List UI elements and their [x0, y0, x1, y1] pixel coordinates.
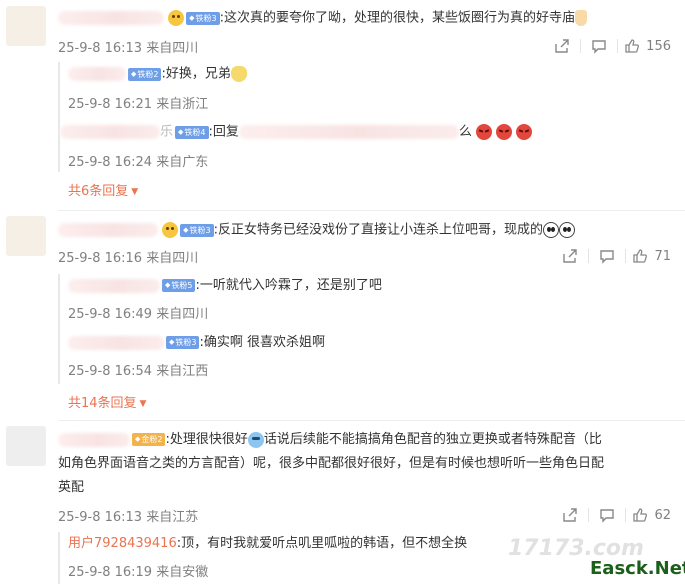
fan-emoji-icon — [168, 10, 185, 26]
divider — [625, 508, 627, 522]
watermark-easck-text: Easck.Net — [590, 558, 685, 579]
share-button[interactable] — [552, 247, 588, 265]
comment-meta: 25-9-8 16:16 来自四川 — [58, 251, 199, 266]
fan-badge[interactable]: ◆ 铁粉3 — [180, 223, 214, 237]
thumbs-up-icon — [633, 508, 648, 522]
comment-body: 如角色界面语音之类的方言配音）呢，很多中配都很好很好，但是有时候也想听听一些角色… — [58, 456, 605, 471]
reply-text: ◆ 铁粉2:好换，兄弟 — [68, 66, 247, 83]
comment-icon — [600, 250, 615, 264]
like-button[interactable]: 156 — [624, 38, 671, 54]
username[interactable] — [68, 67, 126, 81]
reply-button[interactable] — [581, 37, 617, 55]
reply-body: :一听就代入吟霖了，还是别了吧 — [195, 278, 382, 293]
fan-badge[interactable]: ◆ 铁粉3 — [186, 11, 220, 25]
reply-body: :好换，兄弟 — [161, 66, 231, 82]
panda-emoji-icon — [559, 222, 576, 238]
comment-3: ◆ 金粉2:处理很快很好 话说后续能不能搞搞角色配音的独立更换或者特殊配音（比 如角… — [0, 420, 685, 586]
fan-badge[interactable]: ◆ 金粉2 — [132, 433, 166, 446]
comment-body: 话说后续能不能搞搞角色配音的独立更换或者特殊配音（比 — [263, 432, 602, 447]
username[interactable] — [68, 335, 164, 350]
reply-meta: 25-9-8 16:54 来自江西 — [68, 364, 209, 379]
fan-badge[interactable]: ◆ 铁粉3 — [166, 336, 200, 349]
comment-actions: 156 — [544, 37, 671, 55]
sweat-emoji-icon — [247, 431, 264, 448]
avatar[interactable] — [6, 6, 46, 46]
reply-button[interactable] — [589, 506, 625, 524]
caret-down-icon: ▼ — [139, 399, 147, 409]
more-replies-link[interactable]: 共6条回复 ▼ — [68, 180, 138, 199]
comment-meta: 25-9-8 16:13 来自四川 — [58, 41, 199, 56]
comment-body: :这次真的要夸你了呦，处理的很快，某些饭圈行为真的好寺庙 — [219, 10, 576, 26]
comment-text: ◆ 金粉2:处理很快很好 话说后续能不能搞搞角色配音的独立更换或者特殊配音（比 如角… — [58, 428, 670, 500]
reply-prefix: :回复 — [208, 124, 239, 140]
like-button[interactable]: 71 — [632, 248, 671, 264]
comment-icon — [600, 509, 615, 523]
praying-hands-icon — [575, 10, 588, 26]
comment-2: ◆ 铁粉3:反正女特务已经没戏份了直接让小连杀上位吧哥，现成的 25-9-8 16… — [0, 210, 685, 420]
comment-meta: 25-9-8 16:13 来自江苏 — [58, 510, 199, 525]
fan-badge[interactable]: ◆ 铁粉2 — [128, 67, 162, 81]
comment-body: :反正女特务已经没戏份了直接让小连杀上位吧哥，现成的 — [213, 222, 544, 238]
angry-emoji-icon — [516, 124, 533, 140]
reply-text: ◆ 铁粉3:确实啊 很喜欢杀姐啊 — [68, 335, 325, 351]
angry-emoji-icon — [496, 124, 513, 140]
fan-badge[interactable]: ◆ 铁粉4 — [175, 125, 209, 139]
like-button[interactable]: 62 — [632, 507, 671, 523]
thumbs-up-icon — [625, 39, 640, 53]
reply-text: 用户7928439416:顶，有时我就爱听点叽里呱啦的韩语，但不想全换 — [68, 536, 467, 552]
reply-meta: 25-9-8 16:21 来自浙江 — [68, 97, 209, 112]
thumbs-up-icon — [633, 249, 648, 263]
share-icon — [563, 508, 578, 522]
like-count: 62 — [654, 507, 671, 523]
avatar[interactable] — [6, 216, 46, 256]
comment-text: ◆ 铁粉3:反正女特务已经没戏份了直接让小连杀上位吧哥，现成的 — [58, 222, 576, 239]
reply-list: ◆ 铁粉5:一听就代入吟霖了，还是别了吧 25-9-8 16:49 来自四川 ◆ 铁… — [58, 274, 673, 384]
comment-1: ◆ 铁粉3:这次真的要夸你了呦，处理的很快，某些饭圈行为真的好寺庙 25-9-8 … — [0, 0, 685, 210]
username[interactable] — [58, 223, 158, 237]
reply-meta: 25-9-8 16:49 来自四川 — [68, 307, 209, 322]
reply-meta: 25-9-8 16:19 来自安徽 — [68, 565, 209, 580]
username[interactable] — [58, 432, 130, 447]
comment-actions: 71 — [552, 247, 671, 265]
share-icon — [563, 249, 578, 263]
reply-meta: 25-9-8 16:24 来自广东 — [68, 155, 209, 170]
username[interactable] — [58, 11, 164, 25]
reply-text: ◆ 铁粉5:一听就代入吟霖了，还是别了吧 — [68, 278, 382, 294]
reply-list: ◆ 铁粉2:好换，兄弟 25-9-8 16:21 来自浙江 乐 ◆ 铁粉4:回复 么 2… — [58, 62, 673, 172]
reply-button[interactable] — [589, 247, 625, 265]
fan-emoji-icon — [162, 222, 179, 238]
reply-body: :顶，有时我就爱听点叽里呱啦的韩语，但不想全换 — [176, 536, 468, 551]
cat-emoji-icon — [230, 66, 247, 82]
caret-down-icon: ▼ — [131, 187, 139, 197]
username[interactable] — [68, 278, 160, 293]
share-icon — [555, 39, 569, 53]
reply-text: 乐 ◆ 铁粉4:回复 么 — [60, 124, 533, 141]
like-count: 71 — [654, 248, 671, 264]
share-button[interactable] — [552, 506, 588, 524]
fan-badge[interactable]: ◆ 铁粉5 — [162, 279, 196, 292]
divider — [617, 39, 619, 53]
reply-tail: 么 — [458, 124, 472, 140]
avatar[interactable] — [6, 426, 46, 466]
watermark-easck: Easck.Net — [586, 558, 685, 579]
like-count: 156 — [646, 38, 671, 54]
comment-body: 英配 — [58, 480, 85, 495]
username-tail: 乐 — [160, 124, 174, 140]
divider — [625, 249, 627, 263]
reply-username[interactable]: 用户7928439416 — [68, 536, 177, 551]
angry-emoji-icon — [476, 124, 493, 140]
more-replies-link[interactable]: 共14条回复 ▼ — [68, 392, 146, 411]
comment-actions: 62 — [552, 506, 671, 524]
share-button[interactable] — [544, 37, 580, 55]
panda-emoji-icon — [543, 222, 560, 238]
quoted-text-blurred — [238, 125, 459, 139]
username[interactable] — [60, 125, 160, 139]
comment-icon — [592, 40, 606, 54]
comment-text: ◆ 铁粉3:这次真的要夸你了呦，处理的很快，某些饭圈行为真的好寺庙 — [58, 10, 588, 27]
comment-body: :处理很快很好 — [165, 432, 248, 447]
reply-body: :确实啊 很喜欢杀姐啊 — [199, 335, 325, 350]
